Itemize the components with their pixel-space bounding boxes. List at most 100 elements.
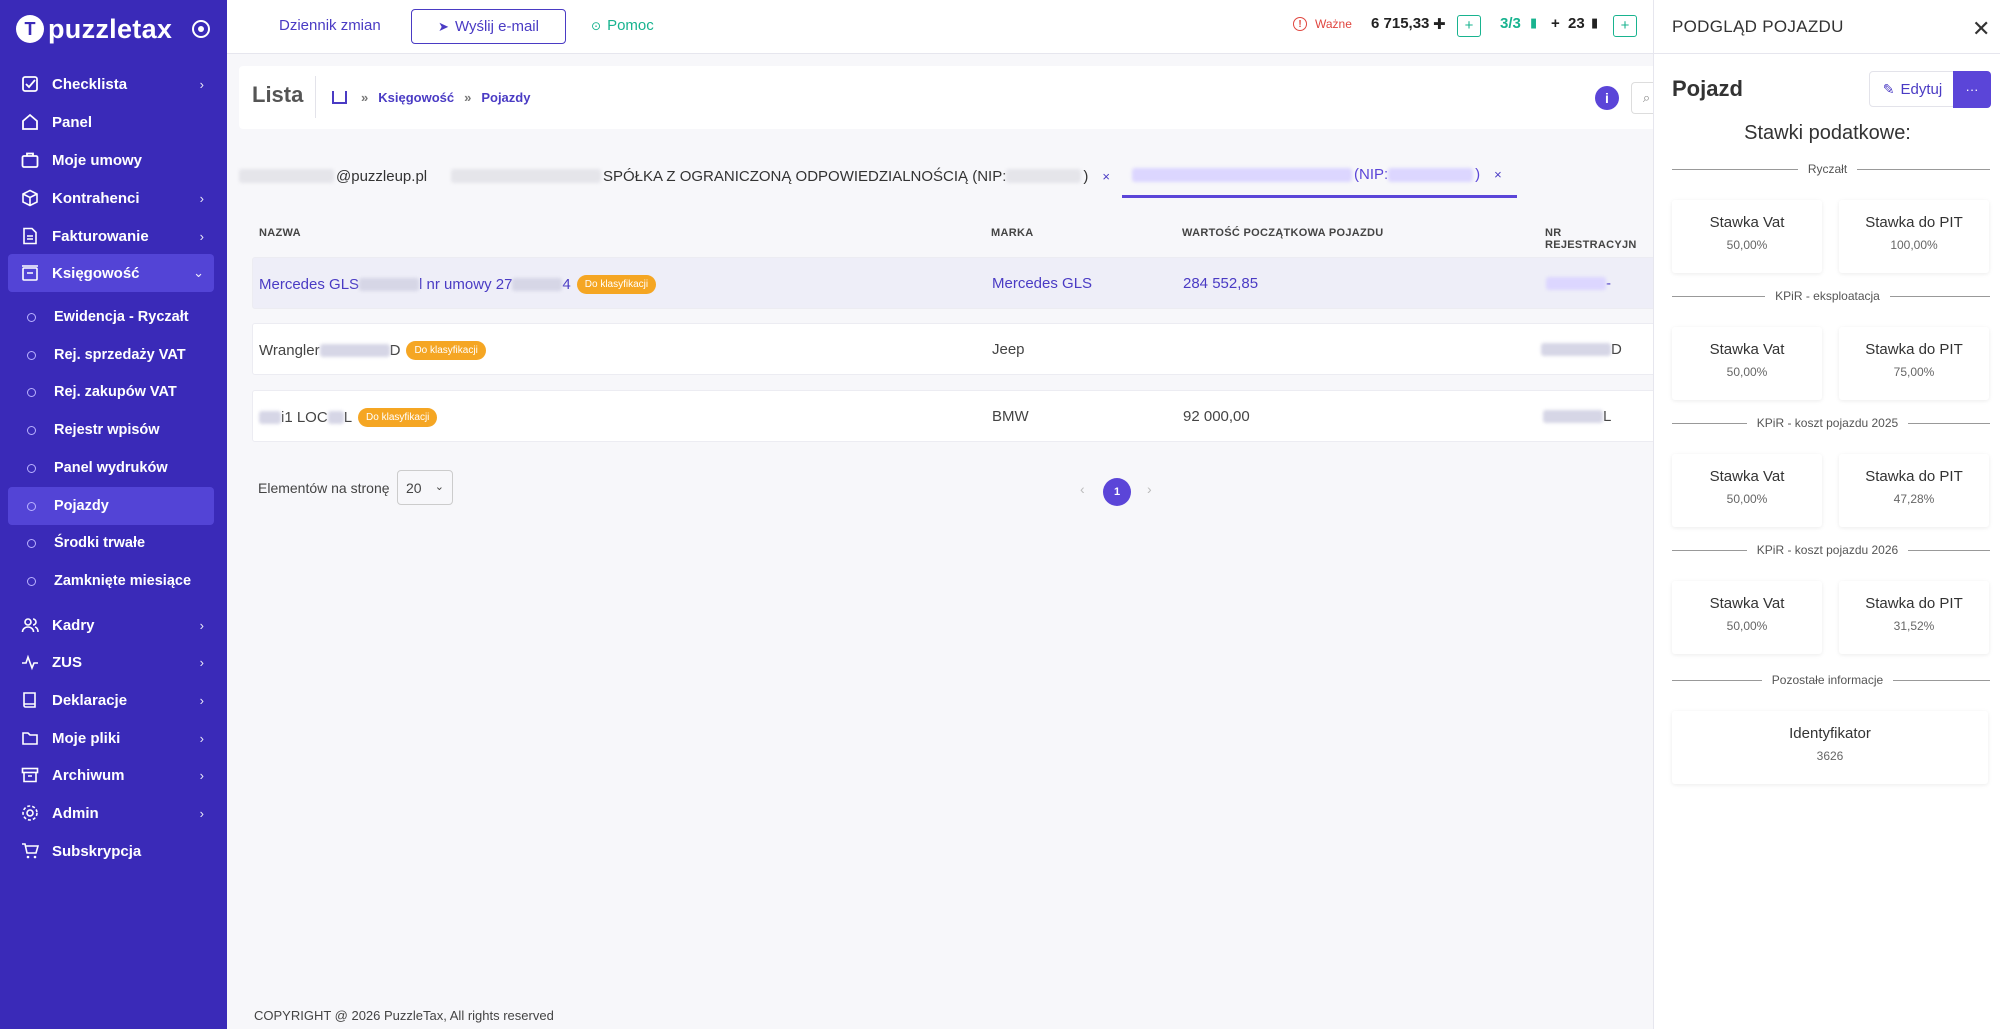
pit-rate-card: Stawka do PIT 47,28% bbox=[1839, 454, 1989, 527]
add-balance-button[interactable]: + bbox=[1457, 15, 1481, 37]
tab-company-2[interactable]: (NIP: ) × bbox=[1122, 154, 1517, 198]
changelog-link[interactable]: Dziennik zmian bbox=[279, 17, 381, 34]
breadcrumb-separator: » bbox=[361, 90, 369, 105]
column-header-initial-value[interactable]: WARTOŚĆ POCZĄTKOWA POJAZDU bbox=[1182, 227, 1384, 239]
send-email-button[interactable]: ➤ Wyślij e-mail bbox=[411, 9, 566, 44]
sidebar-item-archiwum[interactable]: Archiwum › bbox=[8, 756, 214, 794]
edit-button[interactable]: ✎ Edytuj bbox=[1869, 71, 1956, 107]
redacted-text bbox=[1543, 410, 1603, 423]
table-row[interactable]: Mercedes GLS l nr umowy 27 4 Do klasyfik… bbox=[252, 257, 1672, 309]
home-icon[interactable] bbox=[332, 91, 347, 104]
chevron-right-icon: › bbox=[199, 617, 204, 633]
help-label: Pomoc bbox=[607, 17, 654, 34]
close-tab-icon[interactable]: × bbox=[1102, 169, 1110, 184]
sidebar-subitem-label: Panel wydruków bbox=[54, 460, 168, 476]
sidebar-item-checklista[interactable]: Checklista › bbox=[8, 65, 214, 103]
sidebar-item-ksiegowosc[interactable]: Księgowość ⌄ bbox=[8, 254, 214, 292]
status-badge: Do klasyfikacji bbox=[358, 408, 438, 427]
page-1-button[interactable]: 1 bbox=[1103, 478, 1131, 506]
sidebar-subitem-rejestr-wpisow[interactable]: Rejestr wpisów bbox=[8, 411, 214, 449]
card-label: Stawka do PIT bbox=[1865, 214, 1963, 231]
important-alert[interactable]: ! Ważne bbox=[1293, 17, 1352, 31]
add-document-button[interactable]: + bbox=[1613, 15, 1637, 37]
help-link[interactable]: ⊙ Pomoc bbox=[591, 17, 654, 34]
tasks-ratio: 3/3 bbox=[1500, 15, 1521, 32]
logo[interactable]: T puzzletax bbox=[16, 12, 172, 46]
card-value: 47,28% bbox=[1893, 492, 1935, 506]
column-header-brand[interactable]: MARKA bbox=[991, 227, 1033, 239]
card-value: 31,52% bbox=[1893, 619, 1935, 633]
per-page-select[interactable]: 20 ⌄ bbox=[397, 470, 453, 505]
sidebar-item-zus[interactable]: ZUS › bbox=[8, 643, 214, 681]
redacted-text bbox=[319, 344, 390, 357]
sidebar-subitem-rej-sprzedazy-vat[interactable]: Rej. sprzedaży VAT bbox=[8, 336, 214, 374]
sidebar: T puzzletax Checklista › Panel Moje umow… bbox=[0, 0, 227, 1029]
sidebar-item-deklaracje[interactable]: Deklaracje › bbox=[8, 681, 214, 719]
important-label: Ważne bbox=[1315, 17, 1352, 31]
card-value: 50,00% bbox=[1726, 619, 1768, 633]
sidebar-item-label: Kadry bbox=[52, 616, 95, 634]
vehicle-value: 284 552,85 bbox=[1183, 275, 1259, 292]
sidebar-item-label: Księgowość bbox=[52, 264, 140, 282]
card-value: 3626 bbox=[1816, 749, 1844, 763]
sidebar-subitem-srodki-trwale[interactable]: Środki trwałe bbox=[8, 524, 214, 562]
sidebar-item-label: Kontrahenci bbox=[52, 189, 140, 207]
sidebar-subitem-rej-zakupow-vat[interactable]: Rej. zakupów VAT bbox=[8, 373, 214, 411]
ledger-icon bbox=[20, 263, 40, 283]
sidebar-subitem-panel-wydrukow[interactable]: Panel wydruków bbox=[8, 449, 214, 487]
column-header-name[interactable]: NAZWA bbox=[259, 227, 301, 239]
next-page-button[interactable]: › bbox=[1147, 481, 1152, 497]
tab-label: @puzzleup.pl bbox=[336, 167, 428, 185]
sidebar-item-moje-umowy[interactable]: Moje umowy bbox=[8, 141, 214, 179]
sidebar-item-moje-pliki[interactable]: Moje pliki › bbox=[8, 719, 214, 757]
sidebar-subitem-ewidencja-ryczalt[interactable]: Ewidencja - Ryczałt bbox=[8, 298, 214, 336]
info-icon[interactable]: i bbox=[1595, 86, 1619, 110]
plus-sign: + bbox=[1551, 15, 1560, 32]
tab-label-end: ) bbox=[1475, 166, 1481, 183]
vehicle-name-part: i1 LOC bbox=[281, 409, 328, 426]
prev-page-button[interactable]: ‹ bbox=[1080, 481, 1085, 497]
sidebar-item-label: Moje pliki bbox=[52, 729, 121, 747]
sidebar-item-admin[interactable]: Admin › bbox=[8, 794, 214, 832]
sidebar-settings-icon[interactable] bbox=[192, 20, 210, 38]
sidebar-subitem-pojazdy[interactable]: Pojazdy bbox=[8, 487, 214, 525]
tab-company-1[interactable]: SPÓŁKA Z OGRANICZONĄ ODPOWIEDZIALNOŚCIĄ … bbox=[451, 154, 1110, 198]
chevron-right-icon: › bbox=[199, 692, 204, 708]
sidebar-item-kontrahenci[interactable]: Kontrahenci › bbox=[8, 179, 214, 217]
column-header-registration[interactable]: NR REJESTRACYJN bbox=[1545, 227, 1653, 251]
chevron-down-icon: ⌄ bbox=[193, 265, 204, 280]
sidebar-item-panel[interactable]: Panel bbox=[8, 103, 214, 141]
sidebar-item-label: Checklista bbox=[52, 75, 128, 93]
edit-icon: ✎ bbox=[1882, 80, 1895, 97]
sidebar-item-subskrypcja[interactable]: Subskrypcja bbox=[8, 832, 214, 870]
bullet-icon bbox=[27, 463, 36, 473]
close-tab-icon[interactable]: × bbox=[1494, 167, 1502, 182]
table-row[interactable]: Wrangler D Do klasyfikacji Jeep D bbox=[252, 323, 1672, 375]
vehicle-name-part: l nr umowy 27 bbox=[419, 276, 513, 293]
more-options-button[interactable]: ··· bbox=[1953, 71, 1991, 108]
help-icon: ⊙ bbox=[591, 19, 602, 33]
vehicle-brand: BMW bbox=[992, 408, 1029, 425]
breadcrumb-pojazdy[interactable]: Pojazdy bbox=[481, 90, 530, 105]
sidebar-subitem-label: Rej. sprzedaży VAT bbox=[54, 347, 186, 363]
card-label: Stawka Vat bbox=[1709, 595, 1785, 612]
table-row[interactable]: i1 LOC L Do klasyfikacji BMW 92 000,00 L bbox=[252, 390, 1672, 442]
vat-rate-card: Stawka Vat 50,00% bbox=[1672, 200, 1822, 273]
briefcase-icon bbox=[20, 150, 40, 170]
sidebar-item-kadry[interactable]: Kadry › bbox=[8, 606, 214, 644]
panel-divider bbox=[1654, 53, 2000, 54]
folder-icon bbox=[20, 728, 40, 748]
cart-icon bbox=[20, 841, 40, 861]
tab-email[interactable]: @puzzleup.pl bbox=[239, 154, 427, 198]
vehicle-name-part: Wrangler bbox=[259, 342, 320, 359]
redacted-text bbox=[1388, 167, 1474, 182]
sidebar-subitem-zamkniete-miesiace[interactable]: Zamknięte miesiące bbox=[8, 562, 214, 600]
chevron-down-icon: ⌄ bbox=[434, 481, 444, 493]
card-label: Stawka Vat bbox=[1709, 341, 1785, 358]
sidebar-item-fakturowanie[interactable]: Fakturowanie › bbox=[8, 217, 214, 255]
close-icon[interactable]: ✕ bbox=[1972, 16, 1990, 42]
vat-rate-card: Stawka Vat 50,00% bbox=[1672, 454, 1822, 527]
top-bar: Dziennik zmian ➤ Wyślij e-mail ⊙ Pomoc ! W… bbox=[227, 0, 1653, 54]
chevron-right-icon: › bbox=[199, 228, 204, 244]
breadcrumb-ksiegowosc[interactable]: Księgowość bbox=[378, 90, 454, 105]
